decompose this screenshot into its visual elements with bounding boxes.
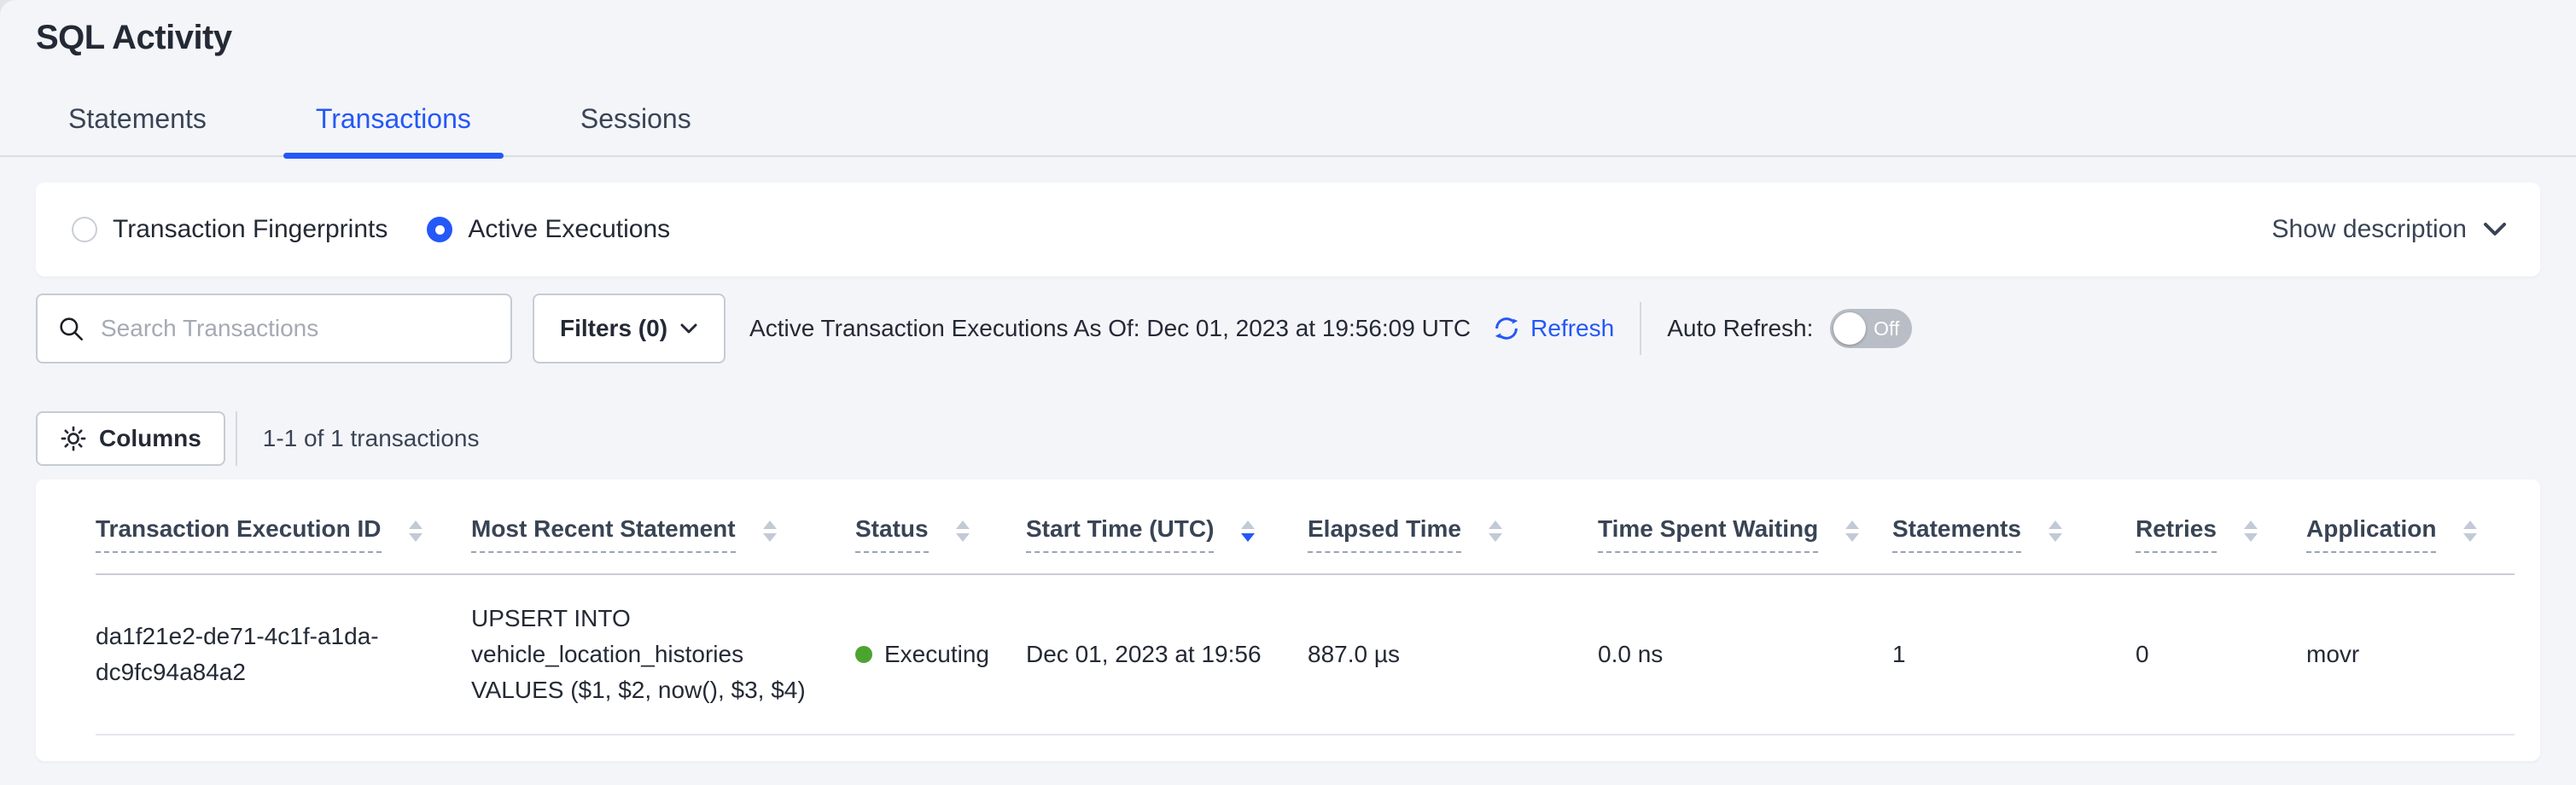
sort-icon: [2049, 520, 2062, 542]
radio-label: Active Executions: [468, 215, 670, 244]
cell-most-recent-statement: UPSERT INTO vehicle_location_histories V…: [471, 601, 855, 708]
sort-icon: [763, 520, 777, 542]
show-description-toggle[interactable]: Show description: [2272, 215, 2508, 244]
column-header-application[interactable]: Application: [2306, 515, 2515, 553]
sort-icon: [956, 520, 970, 542]
tab-transactions[interactable]: Transactions: [283, 103, 504, 155]
radio-unselected-icon: [72, 217, 97, 242]
page-header: SQL Activity Statements Transactions Ses…: [0, 0, 2576, 157]
sql-activity-page: SQL Activity Statements Transactions Ses…: [0, 0, 2576, 785]
show-description-label: Show description: [2272, 215, 2467, 244]
filters-button[interactable]: Filters (0): [533, 294, 726, 363]
cell-retries: 0: [2136, 637, 2306, 672]
column-header-time-spent-waiting[interactable]: Time Spent Waiting: [1598, 515, 1892, 553]
results-count: 1-1 of 1 transactions: [263, 425, 480, 452]
toggle-knob: [1833, 312, 1866, 345]
search-icon: [56, 314, 85, 343]
view-mode-card: Transaction Fingerprints Active Executio…: [36, 183, 2540, 276]
tab-sessions[interactable]: Sessions: [548, 103, 724, 155]
sort-desc-icon: [1241, 520, 1255, 542]
columns-button-label: Columns: [99, 425, 201, 452]
view-mode-radio-group: Transaction Fingerprints Active Executio…: [72, 215, 670, 244]
sort-icon: [2244, 520, 2258, 542]
sort-icon: [2463, 520, 2477, 542]
column-header-start-time[interactable]: Start Time (UTC): [1026, 515, 1308, 553]
as-of-timestamp: Active Transaction Executions As Of: Dec…: [749, 315, 1471, 342]
table-row: da1f21e2-de71-4c1f-a1da- dc9fc94a84a2 UP…: [96, 575, 2515, 736]
cell-elapsed-time: 887.0 µs: [1308, 637, 1598, 672]
cell-status: Executing: [855, 637, 1026, 672]
radio-transaction-fingerprints[interactable]: Transaction Fingerprints: [72, 215, 388, 244]
table-header-row: Transaction Execution ID Most Recent Sta…: [96, 480, 2515, 575]
radio-selected-icon: [427, 217, 452, 242]
search-input[interactable]: [101, 315, 476, 342]
radio-active-executions[interactable]: Active Executions: [427, 215, 670, 244]
radio-label: Transaction Fingerprints: [113, 215, 388, 244]
tab-bar: Statements Transactions Sessions: [0, 103, 2576, 157]
cell-application: movr: [2306, 637, 2515, 672]
auto-refresh-toggle[interactable]: Off: [1830, 309, 1912, 348]
cell-transaction-execution-id[interactable]: da1f21e2-de71-4c1f-a1da- dc9fc94a84a2: [96, 619, 471, 690]
column-header-most-recent-statement[interactable]: Most Recent Statement: [471, 515, 855, 553]
page-title: SQL Activity: [36, 19, 2540, 57]
gear-icon: [60, 425, 87, 452]
columns-button[interactable]: Columns: [36, 411, 225, 466]
column-header-status[interactable]: Status: [855, 515, 1026, 553]
refresh-label: Refresh: [1530, 315, 1614, 342]
column-header-elapsed-time[interactable]: Elapsed Time: [1308, 515, 1598, 553]
executing-status-dot-icon: [855, 646, 872, 663]
transactions-table: Transaction Execution ID Most Recent Sta…: [36, 480, 2540, 761]
refresh-icon: [1491, 313, 1522, 344]
cell-start-time: Dec 01, 2023 at 19:56: [1026, 637, 1308, 672]
cell-time-spent-waiting: 0.0 ns: [1598, 637, 1892, 672]
column-header-retries[interactable]: Retries: [2136, 515, 2306, 553]
toolbar-divider: [1640, 302, 1641, 355]
refresh-button[interactable]: Refresh: [1491, 313, 1614, 344]
cell-statements: 1: [1892, 637, 2136, 672]
sort-icon: [1489, 520, 1502, 542]
sort-icon: [409, 520, 423, 542]
toggle-state-label: Off: [1874, 317, 1899, 340]
chevron-down-icon: [679, 323, 698, 334]
filters-button-label: Filters (0): [560, 315, 667, 342]
sort-icon: [1845, 520, 1859, 542]
status-label: Executing: [884, 637, 989, 672]
search-box: [36, 294, 512, 363]
chevron-down-icon: [2482, 221, 2508, 238]
auto-refresh-label: Auto Refresh:: [1667, 315, 1813, 342]
tab-statements[interactable]: Statements: [36, 103, 239, 155]
column-header-statements[interactable]: Statements: [1892, 515, 2136, 553]
toolbar: Filters (0) Active Transaction Execution…: [36, 294, 2540, 363]
results-divider: [236, 411, 237, 466]
results-row: Columns 1-1 of 1 transactions: [36, 411, 2540, 466]
column-header-transaction-execution-id[interactable]: Transaction Execution ID: [96, 515, 471, 553]
